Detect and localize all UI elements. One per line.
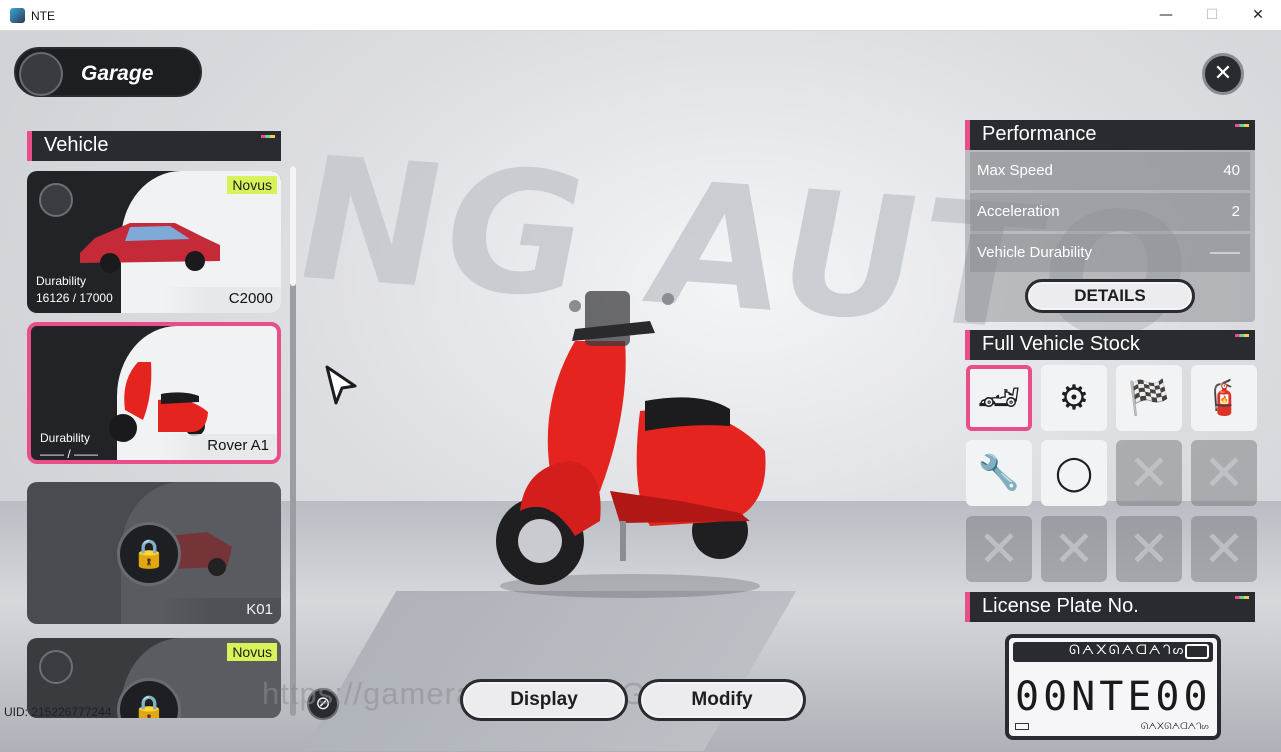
modify-button[interactable]: Modify <box>638 679 806 721</box>
scooter-image <box>109 362 208 442</box>
garage-icon <box>19 52 63 96</box>
background-sign-left: I <box>0 131 5 270</box>
page-title: Garage <box>81 62 154 85</box>
header-dots <box>261 135 275 138</box>
details-button[interactable]: DETAILS <box>1025 279 1195 313</box>
minimize-button[interactable]: — <box>1151 4 1181 26</box>
battery-icon <box>1015 723 1029 730</box>
display-button[interactable]: Display <box>460 679 628 721</box>
spray-can-icon: 🧯 <box>1202 378 1246 418</box>
faction-tag: Novus <box>227 176 277 194</box>
user-id: UID: 215226777244 <box>4 705 112 719</box>
faction-emblem-icon <box>39 650 73 684</box>
vehicle-section-header: Vehicle <box>27 131 281 161</box>
header-dots <box>1235 596 1249 599</box>
license-plate-title: License Plate No. <box>982 595 1139 617</box>
vehicle-section-title: Vehicle <box>44 134 109 156</box>
scooter-3d-model <box>496 291 766 598</box>
stock-slot: ✕ <box>1191 440 1257 506</box>
performance-title: Performance <box>982 123 1097 145</box>
stock-slot[interactable]: ⚙ <box>1041 365 1107 431</box>
empty-slot-icon: ✕ <box>978 520 1020 578</box>
plate-region-text: ᘏᗅ᙭ᘏᗅᗡᗅᒉᔕ <box>1069 643 1186 658</box>
vehicle-name: C2000 <box>228 290 273 307</box>
stat-row-vehicle-durability: Vehicle Durability —— <box>970 234 1250 272</box>
license-plate-header: License Plate No. <box>965 592 1255 622</box>
stock-slot: ✕ <box>1191 516 1257 582</box>
empty-slot-icon: ✕ <box>1053 520 1095 578</box>
stock-slot[interactable]: 🧯 <box>1191 365 1257 431</box>
stat-value: 40 <box>1223 162 1240 179</box>
vehicle-card-c2000[interactable]: Novus Durability 16126 / 17000 C2000 <box>27 171 281 313</box>
garage-scene: I NG AUTO Garage ✕ Vehicle <box>0 31 1281 752</box>
stock-slot: ✕ <box>1041 516 1107 582</box>
vehicle-name: K01 <box>246 601 273 618</box>
scrollbar-thumb[interactable] <box>290 166 296 286</box>
pistons-icon: 🔧 <box>977 453 1021 493</box>
stat-row-max-speed: Max Speed 40 <box>970 152 1250 190</box>
wheel-rim-icon: ⚙ <box>1058 378 1090 418</box>
vehicle-stock-header: Full Vehicle Stock <box>965 330 1255 360</box>
stock-slot[interactable]: 🏁 <box>1116 365 1182 431</box>
stock-slot[interactable]: 🏎 <box>966 365 1032 431</box>
vehicle-card-rover-a1[interactable]: Durability —— / —— Rover A1 <box>27 322 281 464</box>
vehicle-list-scrollbar[interactable] <box>290 166 296 716</box>
plate-number: 00NTE00 <box>1015 674 1212 720</box>
stat-label: Max Speed <box>977 162 1053 179</box>
plate-footer-text: ᘏᗅ᙭ᘏᗅᗡᗅᒉᔕ <box>1140 722 1209 732</box>
vehicle-stock-title: Full Vehicle Stock <box>982 333 1140 355</box>
durability-label: Durability <box>40 431 91 445</box>
durability-value: —— / —— <box>40 447 99 461</box>
stock-slot[interactable]: 🔧 <box>966 440 1032 506</box>
maximize-button[interactable]: ☐ <box>1197 4 1227 26</box>
license-plate[interactable]: ᘏᗅ᙭ᘏᗅᗡᗅᒉᔕ 00NTE00 ᘏᗅ᙭ᘏᗅᗡᗅᒉᔕ <box>1005 634 1221 740</box>
faction-emblem-icon <box>39 183 73 217</box>
stat-row-acceleration: Acceleration 2 <box>970 193 1250 231</box>
stat-label: Vehicle Durability <box>977 244 1093 261</box>
stat-label: Acceleration <box>977 203 1060 220</box>
empty-slot-icon: ✕ <box>1128 520 1170 578</box>
empty-slot-icon: ✕ <box>1203 444 1245 502</box>
faction-tag: Novus <box>227 643 277 661</box>
edit-icon[interactable] <box>1185 644 1209 659</box>
stock-slot[interactable]: ◯ <box>1041 440 1107 506</box>
app-icon <box>10 8 25 23</box>
durability-value: 16126 / 17000 <box>36 291 113 305</box>
checkered-flag-icon: 🏁 <box>1127 378 1171 418</box>
stat-value: —— <box>1210 244 1240 261</box>
mouse-cursor-icon <box>325 365 357 405</box>
car-body-icon: 🏎 <box>977 378 1021 418</box>
plate-top-strip: ᘏᗅ᙭ᘏᗅᗡᗅᒉᔕ <box>1013 642 1213 662</box>
durability-label: Durability <box>36 274 87 288</box>
close-button[interactable]: ✕ <box>1202 53 1244 95</box>
sedan-car-image <box>80 223 220 273</box>
stock-slot: ✕ <box>1116 440 1182 506</box>
empty-slot-icon: ✕ <box>1128 444 1170 502</box>
header-dots <box>1235 334 1249 337</box>
stock-slot: ✕ <box>1116 516 1182 582</box>
garage-header: Garage <box>14 47 202 97</box>
vehicle-name: Rover A1 <box>207 437 269 454</box>
stat-value: 2 <box>1231 203 1240 220</box>
window-close-button[interactable]: ✕ <box>1243 4 1273 26</box>
tire-icon: ◯ <box>1054 453 1094 493</box>
empty-slot-icon: ✕ <box>1203 520 1245 578</box>
window-title-bar: NTE — ☐ ✕ <box>0 0 1281 31</box>
lock-icon: 🔒 <box>117 522 181 586</box>
stock-slot: ✕ <box>966 516 1032 582</box>
header-dots <box>1235 124 1249 127</box>
performance-header: Performance <box>965 120 1255 150</box>
vehicle-card-k01[interactable]: 🔒 K01 <box>27 482 281 624</box>
window-title: NTE <box>31 9 55 23</box>
